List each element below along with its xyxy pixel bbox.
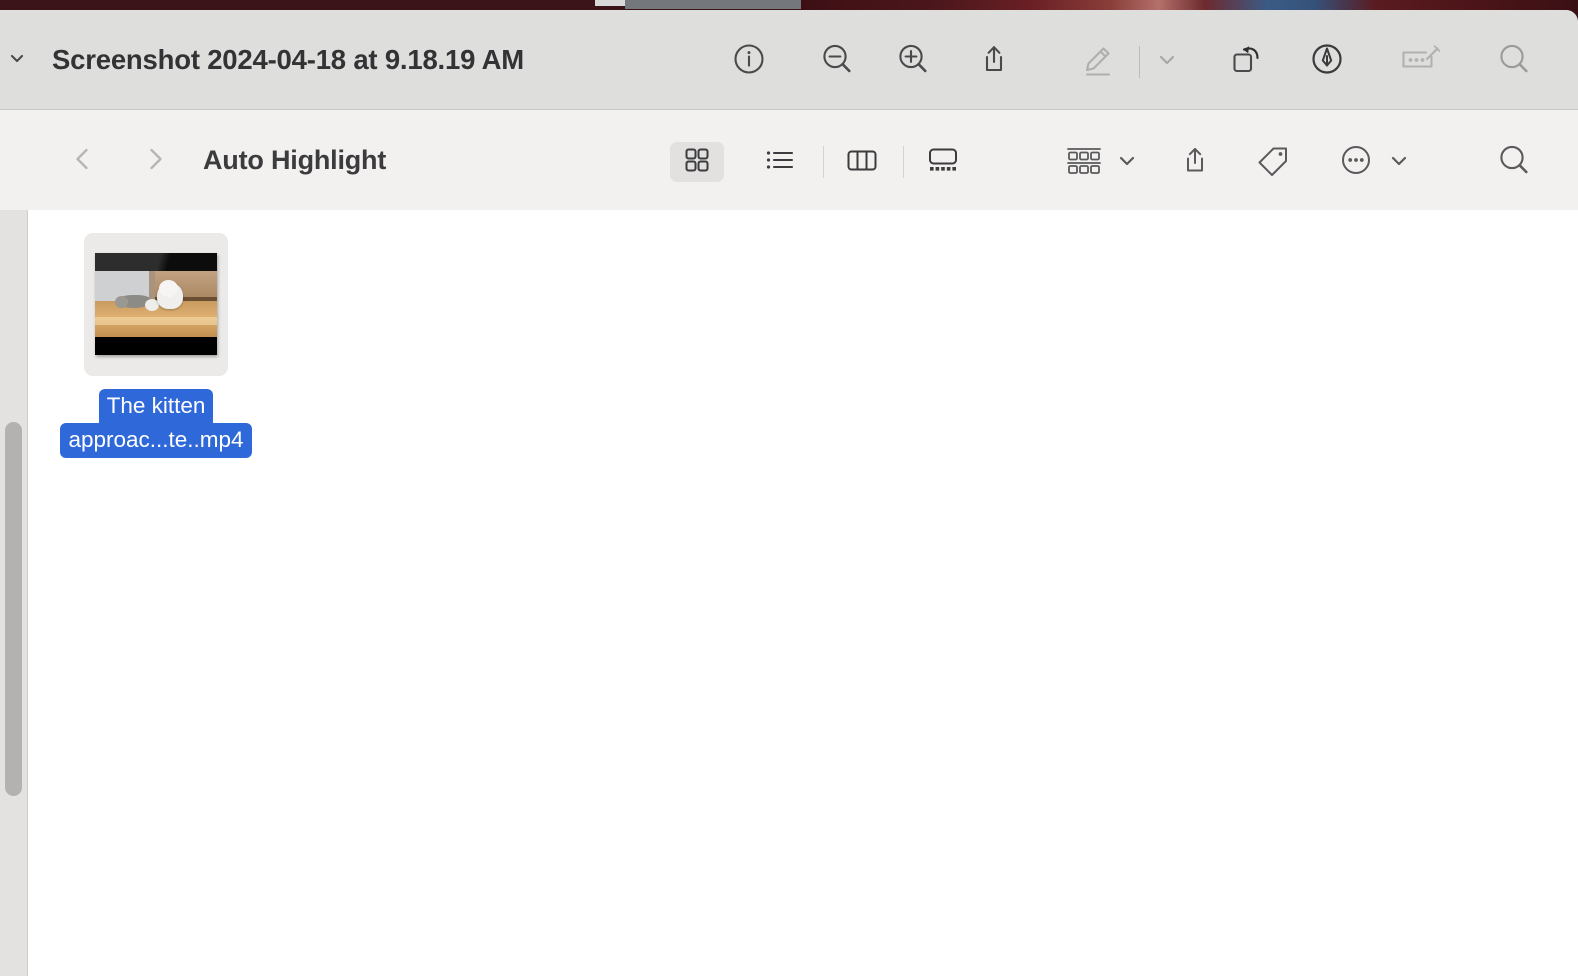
folder-title: Auto Highlight <box>203 144 387 175</box>
magnifier-plus-icon <box>894 40 932 83</box>
view-divider-2 <box>903 146 904 178</box>
pencil-underline-icon <box>1078 39 1118 84</box>
window-titlebar: Screenshot 2024-04-18 at 9.18.19 AM <box>0 10 1578 110</box>
search-icon <box>1495 40 1533 83</box>
tag-button[interactable] <box>1252 142 1294 182</box>
share-icon <box>1177 142 1213 183</box>
back-button[interactable] <box>64 142 102 180</box>
finder-share-button[interactable] <box>1175 142 1215 182</box>
icon-view-button[interactable] <box>670 142 724 182</box>
finder-toolbar: Auto Highlight <box>0 110 1578 310</box>
video-scene <box>95 271 217 337</box>
more-chevron-button[interactable] <box>1382 142 1416 182</box>
white-kitten-head <box>159 280 178 297</box>
chevron-left-icon <box>68 144 98 179</box>
list-view-button[interactable] <box>753 142 807 182</box>
video-letterbox-top-shadow <box>95 253 217 271</box>
info-button[interactable] <box>729 41 769 81</box>
rotate-left-icon <box>1227 40 1265 83</box>
tag-icon <box>1253 142 1293 183</box>
chevron-down-icon <box>1387 148 1411 177</box>
background-window-strip-grey <box>625 0 801 9</box>
video-letterbox-bottom <box>95 337 217 355</box>
grey-kitten-head <box>115 296 128 308</box>
sign-button[interactable] <box>1401 41 1441 81</box>
finder-search-button[interactable] <box>1494 142 1534 182</box>
markup-options-button[interactable] <box>1147 41 1187 81</box>
window-title: Screenshot 2024-04-18 at 9.18.19 AM <box>52 44 524 75</box>
search-button[interactable] <box>1494 41 1534 81</box>
pen-circle-icon <box>1308 40 1346 83</box>
ellipsis-circle-icon <box>1337 141 1375 184</box>
file-item[interactable]: The kitten approac...te..mp4 <box>48 233 264 458</box>
grid-icon <box>682 145 712 180</box>
chevron-down-icon <box>1115 148 1139 177</box>
chevron-down-icon <box>1155 47 1179 76</box>
file-name-row-2: approac...te..mp4 <box>48 423 264 458</box>
rotate-button[interactable] <box>1226 41 1266 81</box>
file-name-label[interactable]: The kitten approac...te..mp4 <box>48 389 264 458</box>
columns-icon <box>844 145 880 180</box>
gallery-view-button[interactable] <box>916 142 970 182</box>
scene-floor-highlight <box>95 317 217 325</box>
forward-button[interactable] <box>136 142 174 180</box>
zoom-out-button[interactable] <box>817 41 857 81</box>
chevron-down-icon <box>7 48 27 73</box>
quick-look-window: Screenshot 2024-04-18 at 9.18.19 AM Auto… <box>0 10 1578 976</box>
gallery-icon <box>925 145 961 180</box>
scrollbar-track[interactable] <box>0 210 27 976</box>
share-icon <box>975 40 1013 83</box>
file-name-line-1: The kitten <box>98 389 214 424</box>
scrollbar-thumb[interactable] <box>5 422 22 796</box>
titlebar-chevron-button[interactable] <box>0 43 34 77</box>
magnifier-minus-icon <box>818 40 856 83</box>
info-circle-icon <box>730 40 768 83</box>
list-icon <box>764 145 796 180</box>
share-button[interactable] <box>974 41 1014 81</box>
file-browser-content[interactable]: The kitten approac...te..mp4 <box>28 210 1578 976</box>
background-window-strip-light <box>595 0 627 6</box>
annotate-button[interactable] <box>1307 41 1347 81</box>
video-thumbnail-frame <box>95 253 217 355</box>
column-view-button[interactable] <box>835 142 889 182</box>
signature-card-icon <box>1398 40 1444 83</box>
markup-pen-button[interactable] <box>1078 41 1118 81</box>
file-thumbnail[interactable] <box>84 233 228 376</box>
group-by-chevron-button[interactable] <box>1110 142 1144 182</box>
group-grid-icon <box>1064 144 1104 181</box>
chevron-right-icon <box>140 144 170 179</box>
file-name-line-2: approac...te..mp4 <box>60 423 252 458</box>
group-by-button[interactable] <box>1058 142 1110 182</box>
more-button[interactable] <box>1336 142 1376 182</box>
titlebar-divider <box>1139 46 1140 78</box>
file-name-row-1: The kitten <box>48 389 264 424</box>
view-divider-1 <box>823 146 824 178</box>
search-icon <box>1495 141 1533 184</box>
zoom-in-button[interactable] <box>893 41 933 81</box>
scene-wall-edge <box>149 271 155 301</box>
